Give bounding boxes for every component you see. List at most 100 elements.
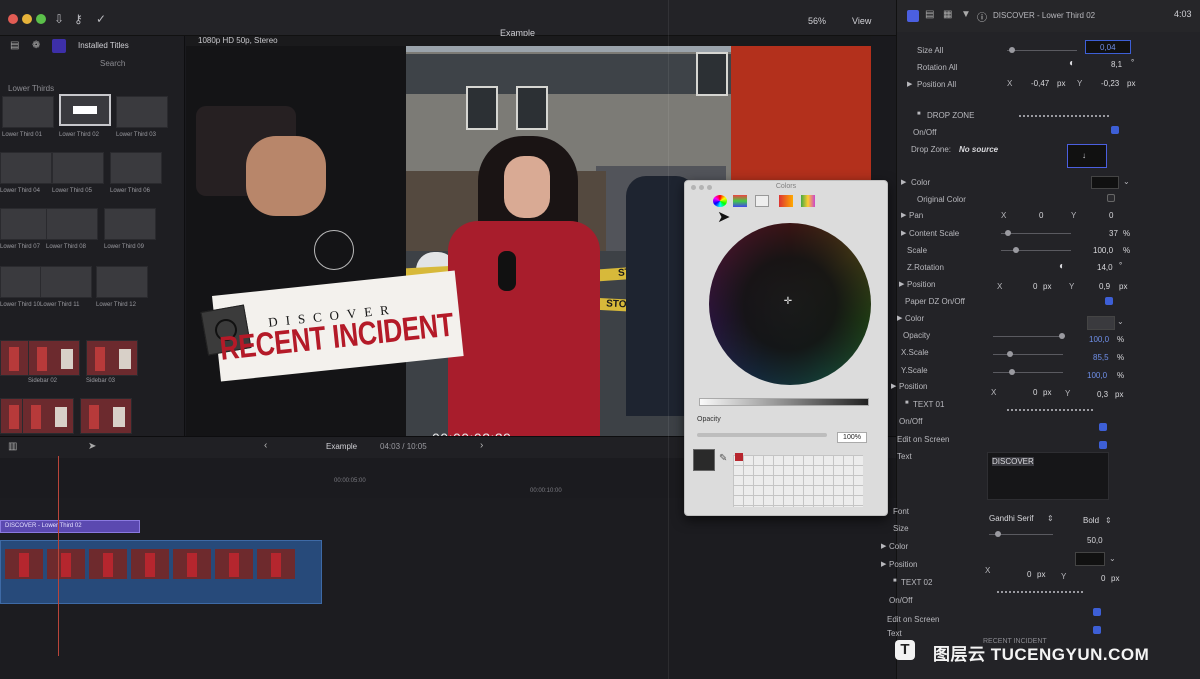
drop-zone-well[interactable]: ↓ (1067, 144, 1107, 168)
disclosure-triangle-icon[interactable]: ▶ (907, 80, 912, 88)
thumbnail-sidebar-06[interactable] (80, 398, 132, 434)
video-inspector-icon[interactable] (907, 10, 919, 22)
image-palettes-tab-icon[interactable] (779, 195, 793, 207)
clip-appearance-icon[interactable]: ▥ (8, 441, 17, 452)
thumbnail-lower-third-08[interactable] (46, 208, 98, 240)
color-palettes-tab-icon[interactable] (755, 195, 769, 207)
disclosure-triangle-icon[interactable]: ▶ (891, 382, 896, 390)
view-menu-button[interactable]: View (852, 16, 871, 26)
photos-icon[interactable]: ❁ (32, 40, 40, 51)
thumbnail-lower-third-01[interactable] (2, 96, 54, 128)
filter-inspector-icon[interactable]: ▼ (961, 9, 971, 20)
text01-onoff-checkbox[interactable] (1099, 423, 1107, 431)
rotation-dial-icon[interactable]: ◐ (1069, 58, 1075, 69)
opacity-value[interactable]: 100,0 (1089, 335, 1109, 344)
position2-x-value[interactable]: 0 (1033, 388, 1037, 397)
font-dropdown[interactable]: Gandhi Serif (989, 514, 1033, 523)
minimize-window-button[interactable] (22, 14, 32, 24)
opacity-value-field[interactable]: 100% (837, 432, 867, 443)
opacity-slider[interactable] (697, 433, 827, 437)
text01-field[interactable]: DISCOVER (987, 452, 1109, 500)
position2-y-value[interactable]: 0,3 (1097, 390, 1108, 399)
disclosure-triangle-icon[interactable]: ▶ (899, 280, 904, 288)
opacity-knob[interactable] (1059, 333, 1065, 339)
library-icon[interactable]: ▤ (10, 40, 19, 51)
position3-x-value[interactable]: 0 (1027, 570, 1031, 579)
position-all-y[interactable]: -0,23 (1101, 79, 1119, 88)
text02-edit-on-screen-checkbox[interactable] (1093, 626, 1101, 634)
thumbnail-lower-third-06[interactable] (110, 152, 162, 184)
check-icon[interactable]: ✓ (96, 12, 106, 26)
color-well[interactable] (1091, 176, 1119, 189)
thumbnail-sidebar-02[interactable] (28, 340, 80, 376)
chevron-down-icon[interactable]: ⌄ (1123, 177, 1130, 186)
brightness-slider[interactable] (699, 398, 869, 406)
custom-swatches-grid[interactable] (733, 455, 863, 507)
transform-handle[interactable] (314, 230, 354, 270)
opacity-slider[interactable] (993, 336, 1063, 337)
chevron-down-icon[interactable]: ⌄ (1117, 317, 1124, 326)
disclosure-triangle-icon[interactable]: ▶ (897, 314, 902, 322)
thumbnail-lower-third-09[interactable] (104, 208, 156, 240)
film-inspector-icon[interactable]: ▦ (943, 9, 952, 20)
forward-arrow-icon[interactable]: › (480, 440, 483, 451)
disclosure-triangle-icon[interactable]: ▶ (901, 211, 906, 219)
zoom-window-button[interactable] (36, 14, 46, 24)
disclosure-triangle-icon[interactable]: ▶ (901, 178, 906, 186)
position-all-x[interactable]: -0,47 (1031, 79, 1049, 88)
size-all-knob[interactable] (1009, 47, 1015, 53)
yscale-knob[interactable] (1009, 369, 1015, 375)
scale-value[interactable]: 100,0 (1093, 246, 1113, 255)
installed-titles-dropdown[interactable]: Installed Titles (78, 41, 129, 50)
position-x-value[interactable]: 0 (1033, 282, 1037, 291)
thumbnail-sidebar-05[interactable] (22, 398, 74, 434)
saved-swatch-red[interactable] (735, 453, 743, 461)
content-scale-knob[interactable] (1005, 230, 1011, 236)
playhead[interactable] (58, 456, 59, 656)
size-all-slider[interactable] (1007, 50, 1077, 51)
thumbnail-lower-third-02[interactable] (59, 94, 111, 126)
position-y-value[interactable]: 0,9 (1099, 282, 1110, 291)
size-knob[interactable] (995, 531, 1001, 537)
size-all-field[interactable]: 0,04 (1085, 40, 1131, 54)
thumbnail-lower-third-05[interactable] (52, 152, 104, 184)
xscale-slider[interactable] (993, 354, 1063, 355)
close-window-button[interactable] (8, 14, 18, 24)
text02-onoff-checkbox[interactable] (1093, 608, 1101, 616)
yscale-value[interactable]: 100,0 (1087, 371, 1107, 380)
color-well[interactable] (1087, 316, 1115, 330)
font-weight-dropdown[interactable]: Bold (1083, 516, 1099, 525)
video-clip[interactable] (0, 540, 322, 604)
color-wheel-tab-icon[interactable] (713, 195, 727, 207)
scale-slider[interactable] (1001, 250, 1071, 251)
project-dropdown[interactable]: Example (326, 442, 357, 451)
xscale-knob[interactable] (1007, 351, 1013, 357)
disclosure-triangle-icon[interactable]: ▶ (881, 542, 886, 550)
thumbnail-lower-third-11[interactable] (40, 266, 92, 298)
thumbnail-lower-third-12[interactable] (96, 266, 148, 298)
back-arrow-icon[interactable]: ‹ (264, 440, 267, 451)
info-circle-icon[interactable]: ⓘ (977, 9, 987, 24)
chevron-down-icon[interactable]: ⌄ (1109, 554, 1116, 563)
xscale-value[interactable]: 85,5 (1093, 353, 1109, 362)
content-scale-slider[interactable] (1001, 233, 1071, 234)
content-scale-value[interactable]: 37 (1109, 229, 1118, 238)
original-color-checkbox[interactable] (1107, 194, 1115, 202)
info-inspector-icon[interactable]: ▤ (925, 9, 934, 20)
pencils-tab-icon[interactable] (801, 195, 815, 207)
disclosure-triangle-icon[interactable]: ▶ (881, 560, 886, 568)
thumbnail-sidebar-03[interactable] (86, 340, 138, 376)
pan-x-value[interactable]: 0 (1039, 211, 1043, 220)
search-field[interactable]: Search (0, 56, 185, 78)
zoom-level-dropdown[interactable]: 56% (808, 16, 826, 26)
current-color-swatch[interactable] (693, 449, 715, 471)
paper-dz-checkbox[interactable] (1105, 297, 1113, 305)
import-icon[interactable]: ⇩ (54, 12, 64, 26)
eyedropper-icon[interactable]: ✎ (719, 453, 727, 464)
select-tool-icon[interactable]: ➤ (88, 441, 96, 452)
size-value[interactable]: 50,0 (1087, 536, 1103, 545)
rotation-all-value[interactable]: 8,1 (1111, 60, 1122, 69)
disclosure-triangle-icon[interactable]: ▶ (901, 229, 906, 237)
titles-icon[interactable] (52, 39, 66, 53)
text01-edit-on-screen-checkbox[interactable] (1099, 441, 1107, 449)
